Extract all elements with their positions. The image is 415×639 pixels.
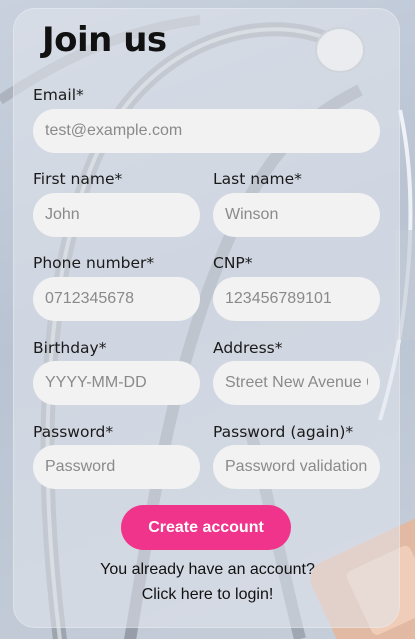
address-field[interactable]	[213, 361, 380, 405]
email-label: Email*	[33, 86, 84, 104]
first-name-field[interactable]	[33, 193, 200, 237]
last-name-label: Last name*	[213, 170, 302, 188]
phone-field[interactable]	[33, 277, 200, 321]
email-field[interactable]	[33, 109, 380, 153]
cnp-label: CNP*	[213, 254, 253, 272]
page-title: Join us	[42, 20, 167, 60]
password-field[interactable]	[33, 445, 200, 489]
login-prompt: You already have an account?	[100, 561, 315, 578]
last-name-field[interactable]	[213, 193, 380, 237]
password-again-field[interactable]	[213, 445, 380, 489]
create-account-button[interactable]: Create account	[121, 505, 291, 550]
address-label: Address*	[213, 339, 283, 357]
birthday-field[interactable]	[33, 361, 200, 405]
password-label: Password*	[33, 423, 114, 441]
login-link[interactable]: Click here to login!	[0, 586, 415, 604]
birthday-label: Birthday*	[33, 339, 107, 357]
password-again-label: Password (again)*	[213, 423, 354, 441]
first-name-label: First name*	[33, 170, 123, 188]
cnp-field[interactable]	[213, 277, 380, 321]
phone-label: Phone number*	[33, 254, 155, 272]
